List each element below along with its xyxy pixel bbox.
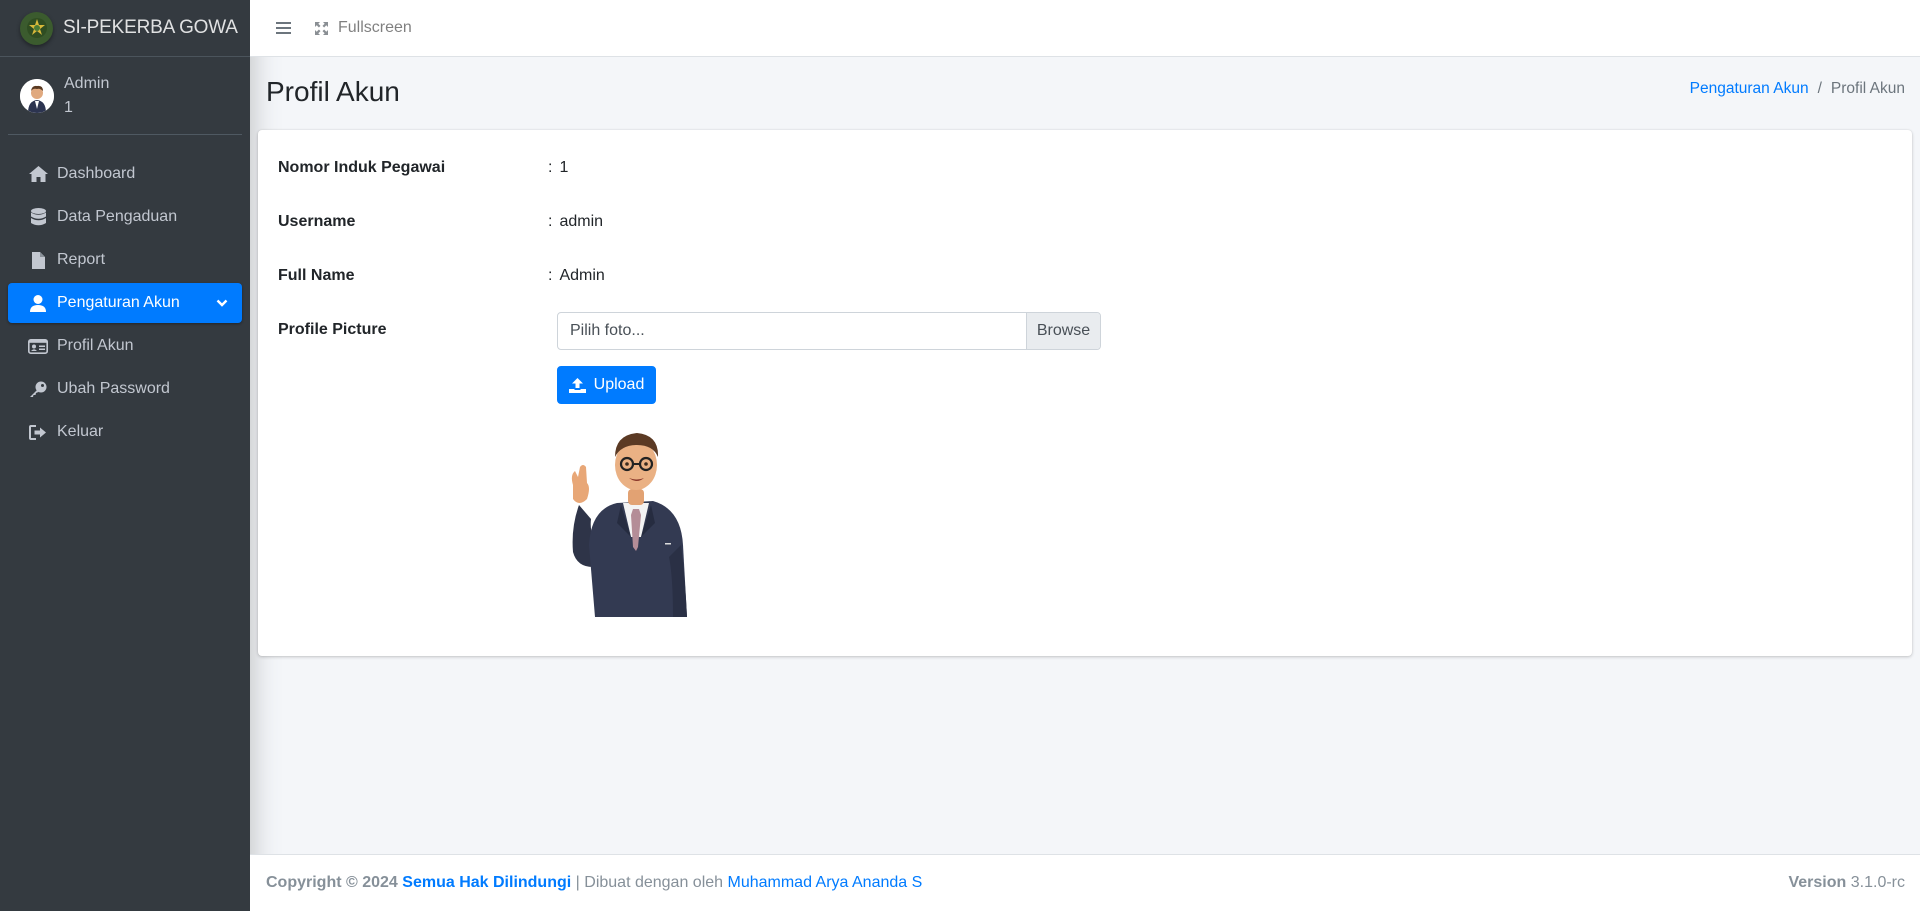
file-icon: [28, 251, 48, 269]
nip-colon: :: [548, 159, 553, 176]
avatar: [20, 78, 54, 113]
chevron-down-icon: [216, 295, 228, 313]
nip-row: Nomor Induk Pegawai : 1: [278, 159, 568, 177]
sidebar-item-label: Ubah Password: [57, 380, 170, 397]
username-colon: :: [548, 213, 553, 230]
expand-icon: [315, 21, 328, 35]
sidebar-item-label: Dashboard: [57, 165, 136, 182]
username-label: Username: [278, 213, 356, 230]
brand-logo-icon: [20, 11, 53, 45]
fullscreen-button[interactable]: Fullscreen: [314, 19, 412, 37]
copyright-text: Copyright © 2024: [266, 874, 398, 891]
username-value: admin: [559, 213, 604, 230]
upload-label: Upload: [593, 376, 645, 393]
home-icon: [28, 165, 48, 183]
fullscreen-label: Fullscreen: [338, 19, 412, 36]
fullname-row: Full Name : Admin: [278, 267, 605, 285]
user-panel[interactable]: Admin 1: [8, 57, 242, 135]
id-card-icon: [28, 337, 48, 355]
version-label: Version: [1788, 874, 1847, 891]
fullname-value: Admin: [559, 267, 605, 284]
picture-label: Profile Picture: [278, 321, 387, 338]
nip-value: 1: [559, 159, 569, 176]
sidebar-item-label: Keluar: [57, 423, 104, 440]
author-link[interactable]: Muhammad Arya Ananda S: [728, 874, 923, 891]
sidebar-item-ubah-password[interactable]: Ubah Password: [8, 369, 242, 409]
fullname-label: Full Name: [278, 267, 355, 284]
nip-label: Nomor Induk Pegawai: [278, 159, 446, 176]
sidebar-item-dashboard[interactable]: Dashboard: [8, 154, 242, 194]
fullname-colon: :: [548, 267, 553, 284]
breadcrumb-parent-link[interactable]: Pengaturan Akun: [1690, 80, 1809, 98]
profile-picture-file-input[interactable]: Pilih foto... Browse: [557, 312, 1101, 350]
user-nip: 1: [64, 98, 73, 116]
file-input-placeholder[interactable]: Pilih foto...: [558, 313, 1026, 349]
username-row: Username : admin: [278, 213, 603, 231]
upload-icon: [568, 377, 586, 393]
sidebar-item-pengaturan-akun[interactable]: Pengaturan Akun: [8, 283, 242, 323]
rights-link[interactable]: Semua Hak Dilindungi: [402, 874, 571, 891]
brand-title: SI-PEKERBA GOWA: [63, 17, 238, 38]
sidebar-item-data-pengaduan[interactable]: Data Pengaduan: [8, 197, 242, 237]
upload-button[interactable]: Upload: [557, 366, 656, 404]
sign-out-icon: [28, 423, 48, 441]
main-sidebar: SI-PEKERBA GOWA Admin 1 Dashboard Data P…: [0, 0, 250, 911]
sidebar-nav: Dashboard Data Pengaduan Report Pengatur…: [0, 154, 250, 452]
sidebar-item-profil-akun[interactable]: Profil Akun: [8, 326, 242, 366]
picture-row: Profile Picture: [278, 321, 548, 339]
footer-copyright: Copyright © 2024 Semua Hak Dilindungi | …: [266, 874, 922, 892]
breadcrumb: Pengaturan Akun / Profil Akun: [1690, 80, 1905, 98]
sidebar-item-label: Pengaturan Akun: [57, 294, 180, 311]
browse-button[interactable]: Browse: [1026, 313, 1100, 349]
content-header: Profil Akun Pengaturan Akun / Profil Aku…: [250, 57, 1920, 127]
top-navbar: Fullscreen: [250, 0, 1920, 57]
profile-picture-image: [565, 427, 720, 617]
breadcrumb-separator: /: [1817, 80, 1822, 97]
sidebar-item-label: Report: [57, 251, 106, 268]
main-footer: Copyright © 2024 Semua Hak Dilindungi | …: [250, 854, 1920, 911]
brand-link[interactable]: SI-PEKERBA GOWA: [0, 0, 250, 57]
sidebar-item-report[interactable]: Report: [8, 240, 242, 280]
made-by-text: | Dibuat dengan oleh: [575, 874, 724, 891]
user-name[interactable]: Admin: [64, 72, 109, 96]
sidebar-item-keluar[interactable]: Keluar: [8, 412, 242, 452]
footer-version: Version 3.1.0-rc: [1788, 874, 1905, 892]
database-icon: [28, 208, 48, 226]
hamburger-menu-icon[interactable]: [274, 19, 292, 37]
profile-card: Nomor Induk Pegawai : 1 Username : admin…: [258, 130, 1912, 656]
user-icon: [28, 294, 48, 312]
sidebar-item-label: Profil Akun: [57, 337, 134, 354]
breadcrumb-current: Profil Akun: [1830, 80, 1905, 97]
version-value: 3.1.0-rc: [1850, 874, 1905, 891]
sidebar-item-label: Data Pengaduan: [57, 208, 178, 225]
page-title: Profil Akun: [266, 76, 400, 107]
key-icon: [28, 380, 48, 398]
